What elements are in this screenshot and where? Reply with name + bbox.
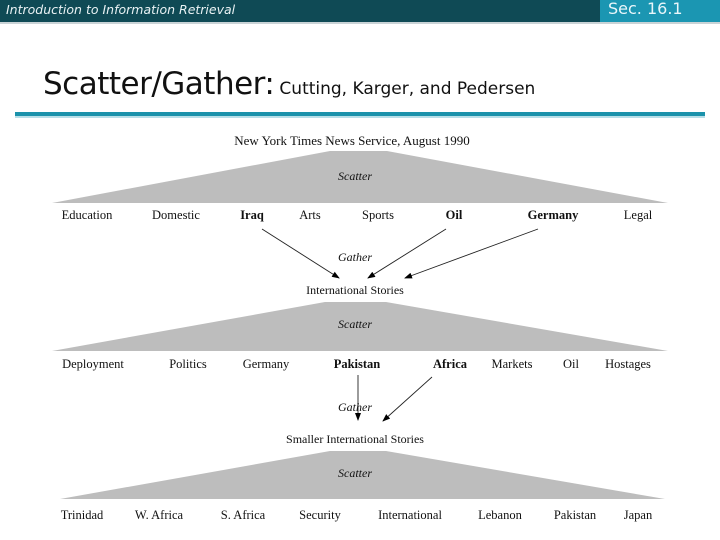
cluster-label: Pakistan: [554, 508, 597, 522]
scatter-gather-diagram: New York Times News Service, August 1990…: [52, 133, 668, 522]
cluster-label: Sports: [362, 208, 394, 222]
cluster-row-2: Deployment Politics Germany Pakistan Africa M…: [62, 357, 651, 371]
cluster-row-3: Trinidad W. Africa S. Africa Security Intern…: [61, 508, 653, 522]
gather-arrow-iraq: [261, 228, 340, 279]
cluster-label: Japan: [624, 508, 653, 522]
cluster-label: Hostages: [605, 357, 651, 371]
gathered-label-1: International Stories: [306, 283, 404, 297]
cluster-label: Markets: [492, 357, 533, 371]
gather-arrow-oil: [367, 228, 447, 279]
cluster-label: Legal: [624, 208, 653, 222]
cluster-row-1: Education Domestic Iraq Arts Sports Oil German…: [62, 208, 653, 222]
cluster-label: Iraq: [240, 208, 264, 222]
cluster-label: Germany: [528, 208, 579, 222]
cluster-label: Germany: [243, 357, 290, 371]
scatter-label-2: Scatter: [338, 317, 372, 331]
cluster-label: Education: [62, 208, 113, 222]
cluster-label: International: [378, 508, 442, 522]
cluster-label: Pakistan: [334, 357, 381, 371]
gather-label-1: Gather: [338, 250, 372, 264]
cluster-label: Africa: [433, 357, 468, 371]
gather-label-2: Gather: [338, 400, 372, 414]
cluster-label: Lebanon: [478, 508, 522, 522]
gathered-label-2: Smaller International Stories: [286, 432, 424, 446]
gather-arrow-africa: [382, 376, 433, 422]
cluster-label: Politics: [169, 357, 207, 371]
cluster-label: S. Africa: [221, 508, 266, 522]
source-label: New York Times News Service, August 1990: [234, 133, 469, 148]
cluster-label: Security: [299, 508, 341, 522]
gather-arrow-germany: [404, 228, 539, 279]
cluster-label: Oil: [446, 208, 463, 222]
cluster-label: Domestic: [152, 208, 200, 222]
cluster-label: Deployment: [62, 357, 124, 371]
cluster-label: Arts: [299, 208, 321, 222]
cluster-label: Oil: [563, 357, 580, 371]
scatter-label-3: Scatter: [338, 466, 372, 480]
cluster-label: W. Africa: [135, 508, 184, 522]
cluster-label: Trinidad: [61, 508, 104, 522]
scatter-label-1: Scatter: [338, 169, 372, 183]
